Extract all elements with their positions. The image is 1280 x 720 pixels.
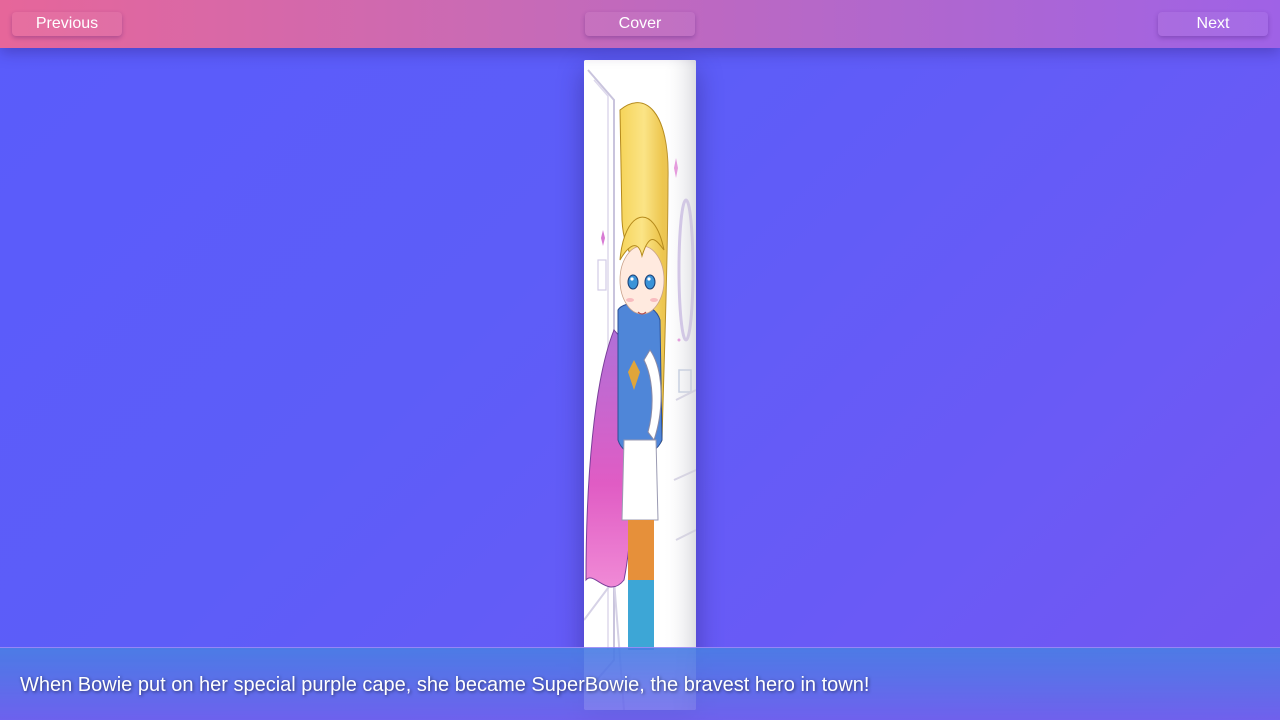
previous-button[interactable]: Previous [12,12,122,36]
superhero-girl-illustration [584,60,696,710]
story-page-illustration [584,60,696,710]
cover-button[interactable]: Cover [585,12,695,36]
next-button[interactable]: Next [1158,12,1268,36]
top-nav-bar: Previous Cover Next [0,0,1280,48]
story-caption: When Bowie put on her special purple cap… [20,674,870,696]
caption-bar: When Bowie put on her special purple cap… [0,647,1280,720]
